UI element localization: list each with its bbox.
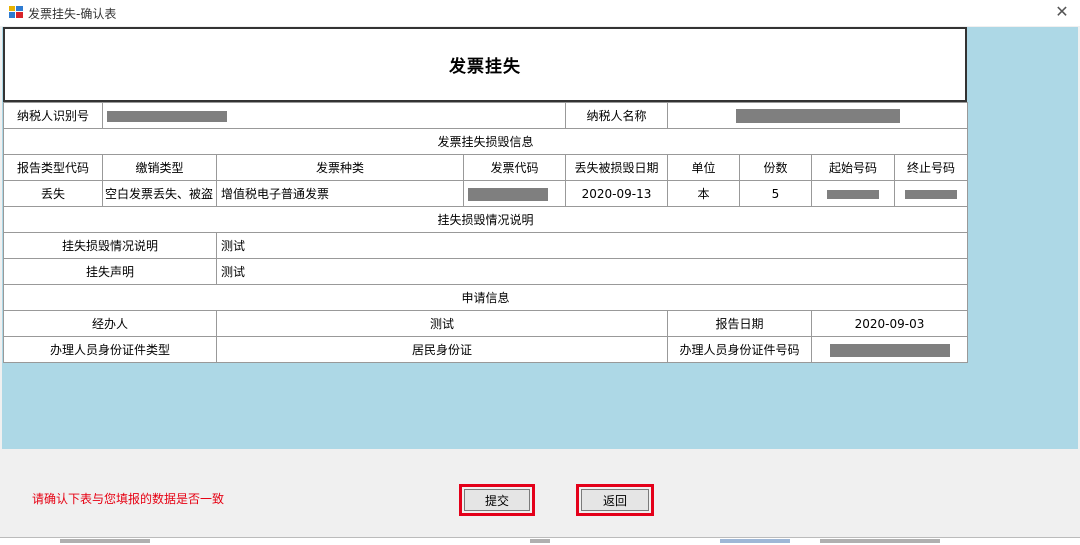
taxpayer-name-value bbox=[667, 102, 968, 129]
id-row: 办理人员身份证件类型 居民身份证 办理人员身份证件号码 bbox=[3, 336, 968, 363]
statement-value: 测试 bbox=[216, 258, 968, 285]
form-table: 纳税人识别号 纳税人名称 发票挂失损毁信息 报告类型代码 缴销类型 发票种类 发… bbox=[3, 102, 968, 363]
col-header: 发票代码 bbox=[463, 154, 566, 181]
id-number-label: 办理人员身份证件号码 bbox=[667, 336, 812, 363]
taxpayer-id-value bbox=[102, 102, 566, 129]
report-type-cell: 丢失 bbox=[3, 180, 103, 207]
col-header: 终止号码 bbox=[894, 154, 968, 181]
statement-label: 挂失声明 bbox=[3, 258, 217, 285]
report-date-label: 报告日期 bbox=[667, 310, 812, 337]
dialog-window: 发票挂失-确认表 ✕ 发票挂失 纳税人识别号 纳税人名称 发票挂失损毁信息 报告… bbox=[0, 0, 1080, 545]
col-header: 丢失被损毁日期 bbox=[565, 154, 668, 181]
handler-row: 经办人 测试 报告日期 2020-09-03 bbox=[3, 310, 968, 337]
submit-button[interactable]: 提交 bbox=[464, 489, 530, 511]
table-header-row: 报告类型代码 缴销类型 发票种类 发票代码 丢失被损毁日期 单位 份数 起始号码… bbox=[3, 154, 968, 181]
title-bar: 发票挂失-确认表 ✕ bbox=[0, 0, 1080, 26]
desc-label: 挂失损毁情况说明 bbox=[3, 232, 217, 259]
end-number-cell bbox=[894, 180, 968, 207]
col-header: 起始号码 bbox=[811, 154, 895, 181]
col-header: 缴销类型 bbox=[102, 154, 217, 181]
col-header: 单位 bbox=[667, 154, 740, 181]
confirm-notice: 请确认下表与您填报的数据是否一致 bbox=[32, 492, 225, 506]
col-header: 份数 bbox=[739, 154, 812, 181]
window-title: 发票挂失-确认表 bbox=[28, 7, 117, 21]
report-date-value: 2020-09-03 bbox=[811, 310, 968, 337]
redacted-block bbox=[107, 110, 227, 122]
handler-value: 测试 bbox=[216, 310, 668, 337]
col-header: 发票种类 bbox=[216, 154, 464, 181]
taxpayer-row: 纳税人识别号 纳税人名称 bbox=[3, 102, 968, 129]
section-desc-title: 挂失损毁情况说明 bbox=[3, 206, 968, 233]
col-header: 报告类型代码 bbox=[3, 154, 103, 181]
desc-value: 测试 bbox=[216, 232, 968, 259]
start-number-cell bbox=[811, 180, 895, 207]
back-highlight: 返回 bbox=[576, 484, 654, 516]
unit-cell: 本 bbox=[667, 180, 740, 207]
redacted-block bbox=[829, 343, 950, 357]
section-apply-title: 申请信息 bbox=[3, 284, 968, 311]
count-cell: 5 bbox=[739, 180, 812, 207]
id-type-label: 办理人员身份证件类型 bbox=[3, 336, 217, 363]
id-type-value: 居民身份证 bbox=[216, 336, 668, 363]
cancel-type-cell: 空白发票丢失、被盗 bbox=[102, 180, 217, 207]
statement-row: 挂失声明 测试 bbox=[3, 258, 968, 285]
app-icon bbox=[9, 6, 23, 18]
redacted-block bbox=[468, 187, 548, 201]
taxpayer-id-label: 纳税人识别号 bbox=[3, 102, 103, 129]
id-number-value bbox=[811, 336, 968, 363]
confirm-form: 发票挂失 纳税人识别号 纳税人名称 发票挂失损毁信息 报告类型代码 缴销类型 发… bbox=[3, 27, 968, 363]
redacted-block bbox=[735, 108, 900, 123]
close-icon[interactable]: ✕ bbox=[1052, 2, 1072, 22]
section-loss-title: 发票挂失损毁信息 bbox=[3, 128, 968, 155]
loss-date-cell: 2020-09-13 bbox=[565, 180, 668, 207]
invoice-kind-cell: 增值税电子普通发票 bbox=[216, 180, 464, 207]
table-row: 丢失 空白发票丢失、被盗 增值税电子普通发票 2020-09-13 本 5 bbox=[3, 180, 968, 207]
desc-row: 挂失损毁情况说明 测试 bbox=[3, 232, 968, 259]
action-bar: 请确认下表与您填报的数据是否一致 提交 返回 bbox=[0, 449, 1080, 544]
back-button[interactable]: 返回 bbox=[581, 489, 649, 511]
invoice-code-cell bbox=[463, 180, 566, 207]
submit-highlight: 提交 bbox=[459, 484, 535, 516]
redacted-block bbox=[827, 189, 879, 199]
redacted-block bbox=[905, 189, 957, 199]
taxpayer-name-label: 纳税人名称 bbox=[565, 102, 668, 129]
handler-label: 经办人 bbox=[3, 310, 217, 337]
form-heading: 发票挂失 bbox=[3, 27, 967, 102]
